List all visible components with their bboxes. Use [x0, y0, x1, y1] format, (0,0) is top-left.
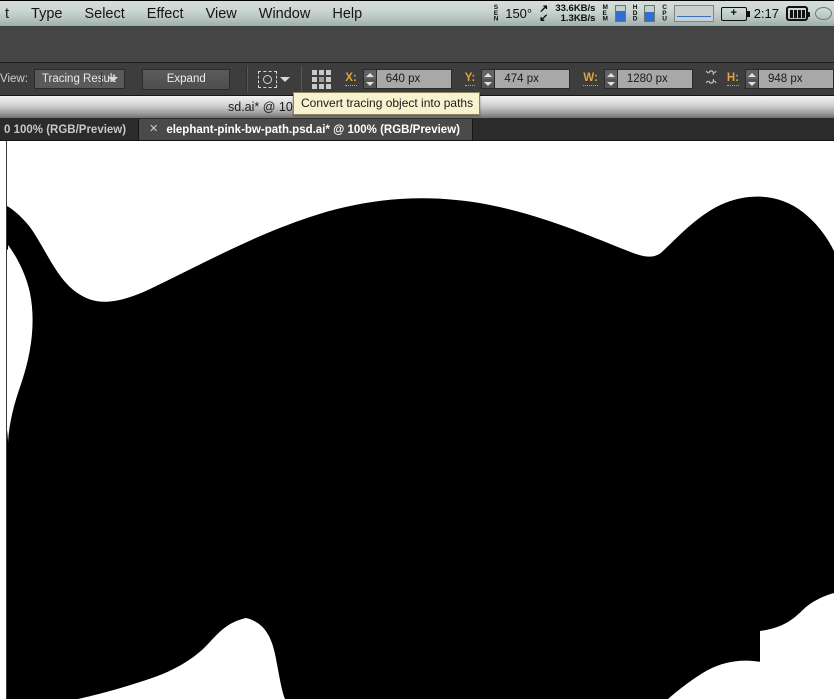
x-stepper[interactable]: [362, 69, 376, 89]
tab-document-1[interactable]: 0 100% (RGB/Preview): [0, 119, 140, 140]
menu-window[interactable]: Window: [248, 1, 322, 26]
combo-divider: [101, 72, 103, 86]
y-value[interactable]: 474 px: [494, 69, 571, 89]
sensors-icon: S E N: [493, 4, 499, 23]
left-inner-bay: [8, 245, 33, 443]
menu-type[interactable]: Type: [20, 1, 73, 26]
ref-point-tc[interactable]: [319, 69, 325, 75]
hdd-gauge: [644, 5, 656, 22]
cpu-graph: [673, 5, 714, 22]
ref-point-bl[interactable]: [312, 83, 318, 89]
ref-point-tl[interactable]: [312, 69, 318, 75]
temperature-readout: 150°: [505, 6, 533, 21]
ref-point-mr[interactable]: [326, 76, 332, 82]
memory-gauge: [614, 5, 626, 22]
w-label: W:: [583, 72, 598, 86]
tab-label: 0 100% (RGB/Preview): [4, 123, 127, 136]
document-tab-bar: 0 100% (RGB/Preview) ✕ elephant-pink-bw-…: [0, 119, 834, 141]
x-value[interactable]: 640 px: [375, 69, 452, 89]
tooltip: Convert tracing object into paths: [293, 92, 481, 115]
h-stepper[interactable]: [745, 69, 758, 89]
y-stepper[interactable]: [481, 69, 495, 89]
view-label: View:: [0, 73, 28, 85]
w-value[interactable]: 1280 px: [616, 69, 693, 89]
network-arrows-icon: ↗ ↙: [539, 2, 549, 24]
cpu-line-3: U: [662, 15, 667, 23]
hind-leg-white: [78, 618, 285, 699]
tracing-options-control[interactable]: [257, 70, 290, 88]
cpu-label-icon: C P U: [662, 4, 667, 23]
speech-bubble-icon[interactable]: [815, 7, 832, 20]
y-label: Y:: [464, 72, 476, 86]
clock: 2:17: [753, 6, 779, 21]
ref-point-tr[interactable]: [326, 69, 332, 75]
power-plug-icon: +: [720, 6, 750, 21]
h-value[interactable]: 948 px: [758, 69, 834, 89]
h-field[interactable]: 948 px: [745, 69, 834, 89]
artboard-edge: [6, 141, 7, 699]
menu-bar: t Type Select Effect View Window Help S …: [0, 0, 834, 27]
tab-document-2[interactable]: ✕ elephant-pink-bw-path.psd.ai* @ 100% (…: [139, 119, 473, 140]
menu-items: t Type Select Effect View Window Help: [0, 1, 373, 26]
tab-label: elephant-pink-bw-path.psd.ai* @ 100% (RG…: [166, 123, 460, 136]
toolbar-separator-2: [300, 66, 303, 92]
illustrator-window: t Type Select Effect View Window Help S …: [0, 0, 834, 699]
h-label: H:: [726, 72, 739, 86]
memory-label-icon: M E M: [602, 4, 608, 23]
tracing-preset-icon: [257, 70, 277, 88]
menu-help[interactable]: Help: [321, 1, 373, 26]
x-field[interactable]: 640 px: [362, 69, 452, 89]
sensor-line-3: N: [493, 15, 499, 23]
link-proportions-icon[interactable]: [703, 68, 719, 91]
ref-point-bc[interactable]: [319, 83, 325, 89]
upper-left-background: [7, 141, 834, 301]
w-field[interactable]: 1280 px: [603, 69, 693, 89]
expand-button[interactable]: Expand: [142, 68, 231, 90]
reference-point-selector[interactable]: [312, 69, 332, 89]
mem-line-3: M: [602, 15, 608, 23]
view-mode-value: Tracing Result: [41, 73, 116, 85]
control-bar-upper: [0, 27, 834, 63]
hdd-line-3: D: [632, 15, 638, 23]
ref-point-br[interactable]: [326, 83, 332, 89]
network-rates: 33.6KB/s 1.3KB/s: [555, 2, 596, 24]
chevron-down-icon: [279, 76, 290, 82]
menu-object-truncated[interactable]: t: [0, 1, 20, 26]
menu-view[interactable]: View: [195, 1, 248, 26]
artwork-negative-space-layer: [0, 141, 834, 699]
w-stepper[interactable]: [603, 69, 617, 89]
close-icon[interactable]: ✕: [149, 124, 158, 135]
system-tray: S E N 150° ↗ ↙ 33.6KB/s 1.3KB/s M E M H D…: [494, 1, 834, 26]
menu-effect[interactable]: Effect: [136, 1, 195, 26]
artboard-canvas[interactable]: [0, 141, 834, 699]
network-download-rate: 1.3KB/s: [560, 12, 596, 24]
network-upload-rate: 33.6KB/s: [555, 2, 596, 14]
ref-point-ml[interactable]: [312, 76, 318, 82]
toolbar-separator-1: [246, 66, 248, 92]
ref-point-center[interactable]: [319, 76, 325, 82]
hdd-label-icon: H D D: [632, 4, 638, 23]
battery-icon: [786, 6, 810, 21]
view-mode-dropdown[interactable]: Tracing Result: [33, 69, 126, 89]
menu-select[interactable]: Select: [73, 1, 135, 26]
y-field[interactable]: 474 px: [481, 69, 571, 89]
chevron-down-icon: [108, 77, 119, 82]
x-label: X:: [345, 72, 357, 86]
